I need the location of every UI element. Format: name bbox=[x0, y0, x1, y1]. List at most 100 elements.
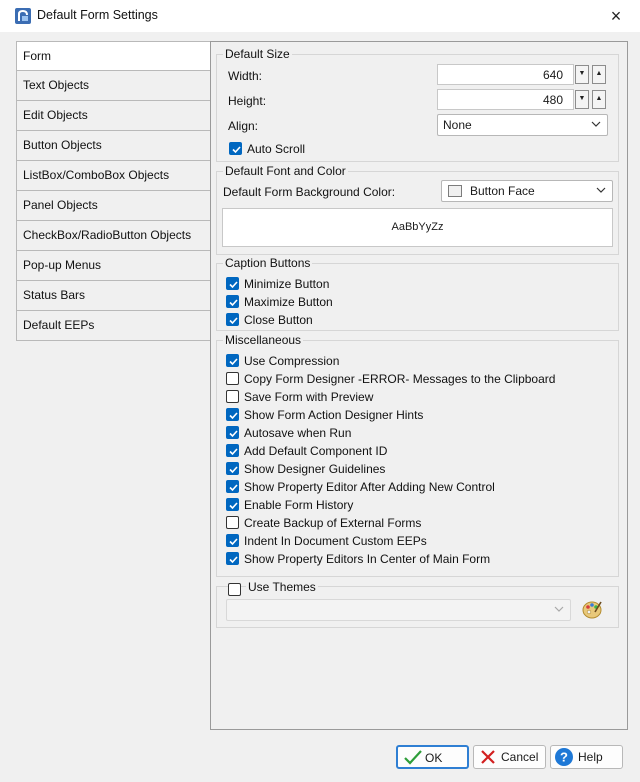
maximize-button-checkbox[interactable] bbox=[226, 295, 239, 308]
themes-group: Use Themes bbox=[216, 580, 619, 628]
use-compression-label: Use Compression bbox=[244, 354, 340, 368]
background-color-label: Default Form Background Color: bbox=[223, 185, 396, 199]
height-dropdown-icon[interactable]: ▼ bbox=[575, 90, 589, 109]
minimize-button-label: Minimize Button bbox=[244, 277, 330, 291]
height-increment-icon[interactable]: ▲ bbox=[592, 90, 606, 109]
show-property-editors-in-center-of-main-form-checkbox[interactable] bbox=[226, 552, 239, 565]
width-stepper[interactable]: ▼ bbox=[575, 64, 590, 85]
checkmark-icon bbox=[229, 412, 238, 420]
checkmark-icon bbox=[229, 448, 238, 456]
checkmark-icon bbox=[229, 484, 238, 492]
tab-default-eeps[interactable]: Default EEPs bbox=[16, 311, 211, 341]
close-button-label: Close Button bbox=[244, 313, 313, 327]
font-preview-button[interactable]: AaBbYyZz bbox=[222, 208, 613, 247]
font-color-group: Default Font and Color Default Form Back… bbox=[216, 164, 619, 255]
show-property-editor-after-adding-new-control-checkbox[interactable] bbox=[226, 480, 239, 493]
width-increment-icon[interactable]: ▲ bbox=[592, 65, 606, 84]
default-size-title: Default Size bbox=[223, 47, 292, 61]
checkmark-icon bbox=[229, 317, 238, 325]
app-icon bbox=[15, 8, 31, 24]
close-button-checkbox[interactable] bbox=[226, 313, 239, 326]
checkmark-icon bbox=[229, 299, 238, 307]
help-button[interactable]: ? Help bbox=[550, 745, 623, 769]
create-backup-of-external-forms-checkbox[interactable] bbox=[226, 516, 239, 529]
settings-tab-list: Form Text Objects Edit Objects Button Ob… bbox=[16, 41, 211, 341]
font-sample-text: AaBbYyZz bbox=[391, 221, 444, 233]
form-settings-panel: Default Size Width: 640 ▼ ▲ Height: 480 … bbox=[210, 41, 628, 730]
indent-in-document-custom-eeps-label: Indent In Document Custom EEPs bbox=[244, 534, 427, 548]
indent-in-document-custom-eeps-checkbox[interactable] bbox=[226, 534, 239, 547]
cancel-x-icon bbox=[481, 750, 495, 764]
background-color-select[interactable]: Button Face bbox=[441, 180, 613, 202]
width-input[interactable]: 640 bbox=[437, 64, 574, 85]
show-designer-guidelines-label: Show Designer Guidelines bbox=[244, 462, 386, 476]
theme-select[interactable] bbox=[226, 599, 571, 621]
tab-popup-menus[interactable]: Pop-up Menus bbox=[16, 251, 211, 281]
cancel-button[interactable]: Cancel bbox=[473, 745, 546, 769]
checkmark-icon bbox=[232, 146, 241, 154]
show-property-editor-after-adding-new-control-label: Show Property Editor After Adding New Co… bbox=[244, 480, 495, 494]
autosave-when-run-checkbox[interactable] bbox=[226, 426, 239, 439]
tab-status-bars[interactable]: Status Bars bbox=[16, 281, 211, 311]
tab-listbox-combobox-objects[interactable]: ListBox/ComboBox Objects bbox=[16, 161, 211, 191]
maximize-button-label: Maximize Button bbox=[244, 295, 333, 309]
font-color-title: Default Font and Color bbox=[223, 164, 348, 178]
show-property-editors-in-center-of-main-form-label: Show Property Editors In Center of Main … bbox=[244, 552, 491, 566]
tab-panel-objects[interactable]: Panel Objects bbox=[16, 191, 211, 221]
minimize-button-checkbox[interactable] bbox=[226, 277, 239, 290]
miscellaneous-group: Miscellaneous Use Compression Copy Form D… bbox=[216, 333, 619, 577]
tab-checkbox-radiobutton-objects[interactable]: CheckBox/RadioButton Objects bbox=[16, 221, 211, 251]
checkmark-icon bbox=[404, 750, 422, 765]
save-form-with-preview-label: Save Form with Preview bbox=[244, 390, 374, 404]
width-label: Width: bbox=[228, 69, 263, 83]
height-input[interactable]: 480 bbox=[437, 89, 574, 110]
chevron-down-icon bbox=[554, 606, 564, 612]
ok-button[interactable]: OK bbox=[396, 745, 469, 769]
show-designer-guidelines-checkbox[interactable] bbox=[226, 462, 239, 475]
checkmark-icon bbox=[229, 466, 238, 474]
chevron-down-icon bbox=[591, 121, 601, 127]
svg-text:?: ? bbox=[560, 750, 568, 765]
window-title: Default Form Settings bbox=[37, 8, 158, 22]
copy-form-designer-error-messages-to-the-clipboard-checkbox[interactable] bbox=[226, 372, 239, 385]
show-form-action-designer-hints-label: Show Form Action Designer Hints bbox=[244, 408, 424, 422]
color-swatch bbox=[448, 185, 462, 197]
use-themes-label: Use Themes bbox=[246, 580, 318, 594]
default-size-group: Default Size Width: 640 ▼ ▲ Height: 480 … bbox=[216, 47, 619, 162]
width-dropdown-icon[interactable]: ▼ bbox=[575, 65, 589, 84]
use-compression-checkbox[interactable] bbox=[226, 354, 239, 367]
auto-scroll-checkbox[interactable] bbox=[229, 142, 242, 155]
miscellaneous-title: Miscellaneous bbox=[223, 333, 304, 347]
save-form-with-preview-checkbox[interactable] bbox=[226, 390, 239, 403]
caption-buttons-group: Caption Buttons Minimize Button Maximize … bbox=[216, 256, 619, 331]
auto-scroll-label: Auto Scroll bbox=[247, 142, 306, 156]
enable-form-history-checkbox[interactable] bbox=[226, 498, 239, 511]
create-backup-of-external-forms-label: Create Backup of External Forms bbox=[244, 516, 422, 530]
checkmark-icon bbox=[229, 430, 238, 438]
theme-palette-icon[interactable] bbox=[581, 598, 603, 620]
title-bar: Default Form Settings × bbox=[0, 0, 640, 32]
tab-text-objects[interactable]: Text Objects bbox=[16, 71, 211, 101]
checkmark-icon bbox=[229, 502, 238, 510]
help-icon: ? bbox=[555, 748, 573, 766]
tab-form[interactable]: Form bbox=[16, 41, 211, 71]
add-default-component-id-checkbox[interactable] bbox=[226, 444, 239, 457]
enable-form-history-label: Enable Form History bbox=[244, 498, 354, 512]
autosave-when-run-label: Autosave when Run bbox=[244, 426, 352, 440]
tab-edit-objects[interactable]: Edit Objects bbox=[16, 101, 211, 131]
copy-form-designer-error-messages-to-the-clipboard-label: Copy Form Designer -ERROR- Messages to t… bbox=[244, 372, 556, 386]
checkmark-icon bbox=[229, 281, 238, 289]
checkmark-icon bbox=[229, 538, 238, 546]
use-themes-checkbox[interactable] bbox=[228, 583, 241, 596]
checkmark-icon bbox=[229, 358, 238, 366]
show-form-action-designer-hints-checkbox[interactable] bbox=[226, 408, 239, 421]
align-select[interactable]: None bbox=[437, 114, 608, 136]
close-button[interactable]: × bbox=[604, 5, 628, 27]
checkmark-icon bbox=[229, 556, 238, 564]
chevron-down-icon bbox=[596, 187, 606, 193]
add-default-component-id-label: Add Default Component ID bbox=[244, 444, 388, 458]
height-label: Height: bbox=[228, 94, 267, 108]
caption-buttons-title: Caption Buttons bbox=[223, 256, 313, 270]
align-label: Align: bbox=[228, 119, 259, 133]
tab-button-objects[interactable]: Button Objects bbox=[16, 131, 211, 161]
